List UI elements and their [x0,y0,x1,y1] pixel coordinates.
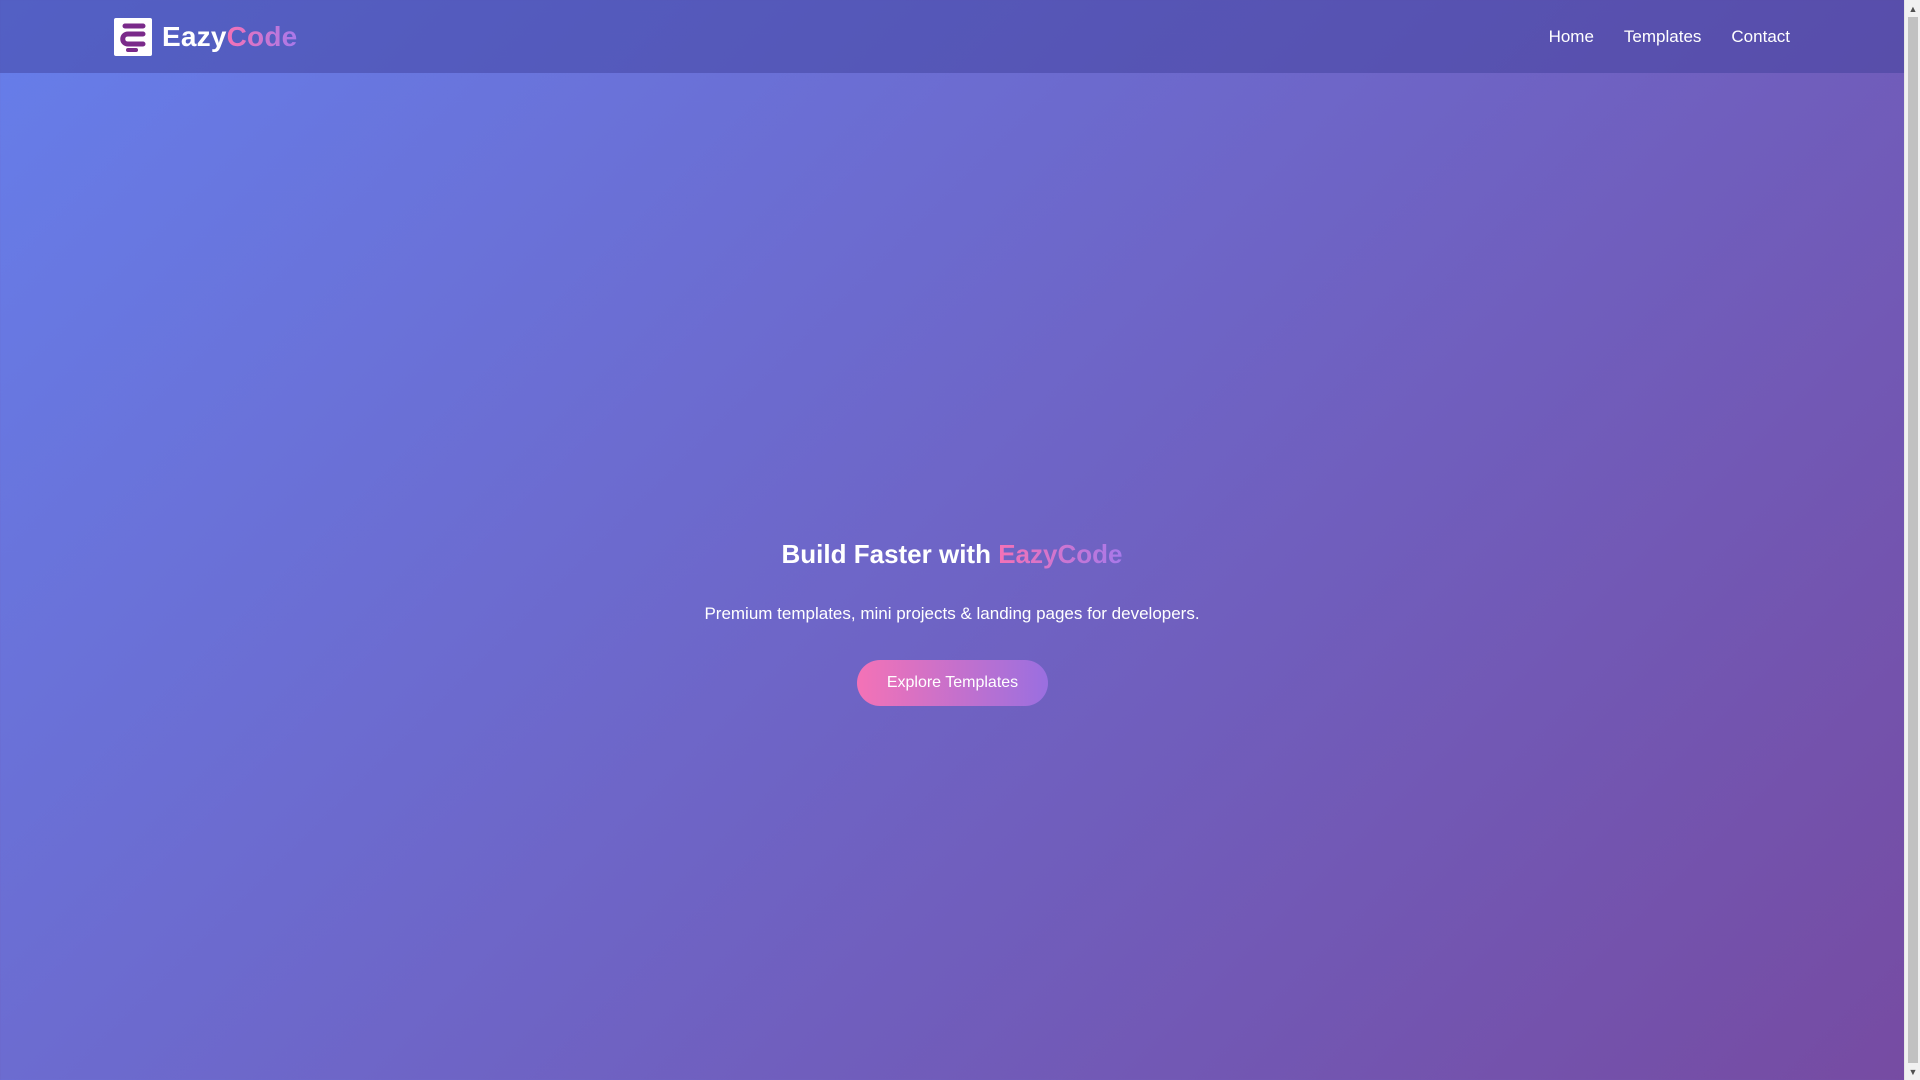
explore-templates-button[interactable]: Explore Templates [857,660,1048,706]
nav-link-templates[interactable]: Templates [1624,27,1701,47]
arrow-down-icon[interactable]: ▼ [1905,1063,1920,1080]
brand-logo-link[interactable]: EazyCode [114,18,297,56]
page: EazyCode Home Templates Contact Build Fa… [0,0,1904,1080]
hero-section: Build Faster with EazyCode Premium templ… [0,73,1904,1080]
hero-title: Build Faster with EazyCode [0,539,1904,570]
hero-title-accent: EazyCode [998,539,1123,569]
scrollbar-thumb[interactable] [1908,17,1918,1063]
eazycode-logo-icon [114,18,152,56]
brand-name: EazyCode [162,21,297,53]
arrow-up-icon[interactable]: ▲ [1905,0,1920,17]
nav-link-home[interactable]: Home [1549,27,1594,47]
vertical-scrollbar[interactable]: ▲ ▼ [1904,0,1920,1080]
brand-name-primary: Eazy [162,21,227,52]
navbar: EazyCode Home Templates Contact [0,0,1904,73]
brand-name-accent: Code [226,21,298,52]
nav-link-contact[interactable]: Contact [1731,27,1790,47]
hero-title-prefix: Build Faster with [781,539,999,569]
hero-subtitle: Premium templates, mini projects & landi… [704,604,1200,623]
nav-links: Home Templates Contact [1549,0,1790,73]
